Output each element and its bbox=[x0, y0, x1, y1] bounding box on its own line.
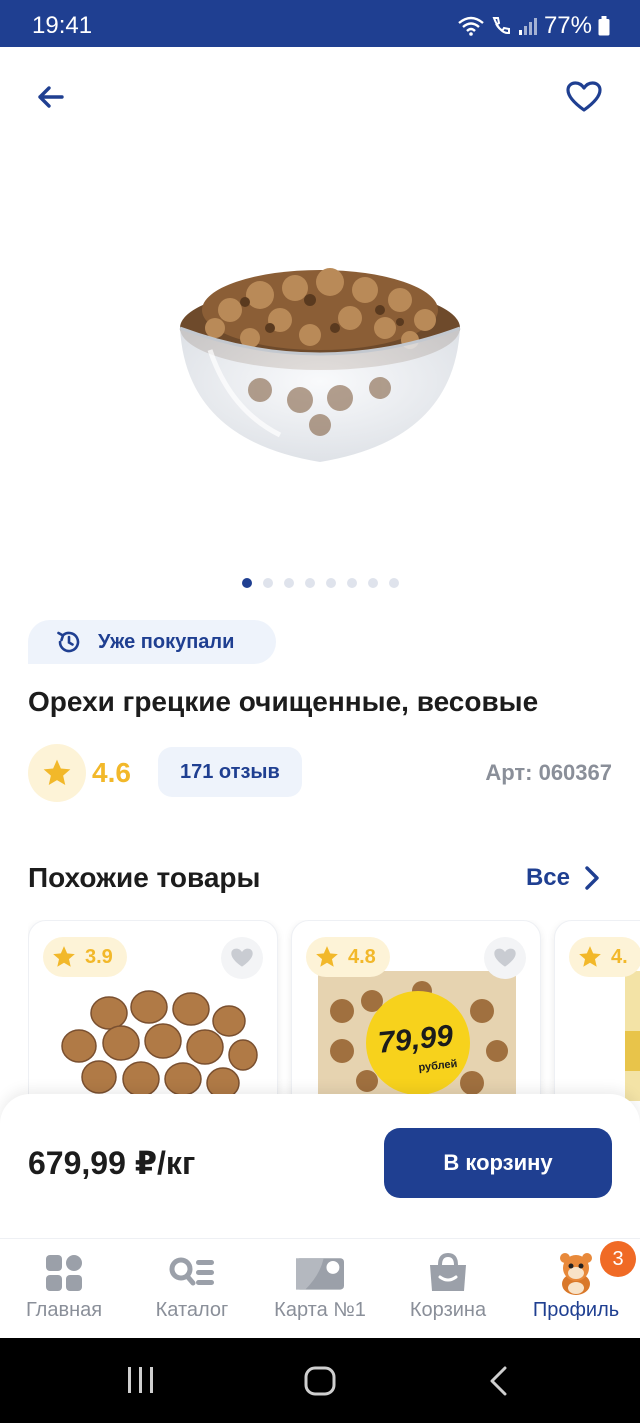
price: 679,99 ₽/кг bbox=[28, 1145, 196, 1181]
product-card-image bbox=[575, 971, 640, 1101]
nav-label: Главная bbox=[25, 1299, 103, 1321]
gallery-dot[interactable] bbox=[388, 578, 399, 588]
product-card[interactable]: 4. bbox=[554, 920, 640, 1120]
chevron-left-icon bbox=[490, 1366, 507, 1396]
product-card-rating: 4. bbox=[569, 937, 640, 977]
battery-percent: 77% bbox=[543, 12, 592, 39]
reviews-button[interactable]: 171 отзыв bbox=[158, 747, 302, 797]
product-image[interactable] bbox=[170, 240, 470, 480]
home-icon bbox=[304, 1366, 336, 1396]
heart-icon bbox=[494, 948, 516, 967]
recent-apps-button[interactable] bbox=[126, 1366, 156, 1399]
recent-apps-icon bbox=[128, 1367, 153, 1393]
nav-item-profile[interactable]: Профиль 3 bbox=[512, 1239, 640, 1339]
gallery-dot[interactable] bbox=[304, 578, 315, 588]
nav-item-cart[interactable]: Корзина bbox=[384, 1239, 512, 1339]
favorite-button[interactable] bbox=[564, 77, 604, 117]
heart-icon bbox=[231, 948, 253, 967]
purchase-panel: 679,99 ₽/кг В корзину bbox=[0, 1094, 640, 1238]
status-time: 19:41 bbox=[32, 12, 93, 39]
wifi-icon bbox=[458, 16, 484, 36]
gallery-dot[interactable] bbox=[241, 578, 252, 588]
nav-label: Корзина bbox=[409, 1299, 487, 1321]
nav-label: Карта №1 bbox=[274, 1299, 366, 1321]
status-icons: 77% bbox=[458, 12, 610, 40]
gallery-dot[interactable] bbox=[262, 578, 273, 588]
catalog-search-icon bbox=[168, 1251, 216, 1295]
nav-item-home[interactable]: Главная bbox=[0, 1239, 128, 1339]
product-card[interactable]: 79,99 рублей 4.8 bbox=[291, 920, 541, 1120]
system-back-button[interactable] bbox=[488, 1366, 510, 1401]
product-card[interactable]: 3.9 bbox=[28, 920, 278, 1120]
basket-icon bbox=[424, 1251, 472, 1295]
nav-item-catalog[interactable]: Каталог bbox=[128, 1239, 256, 1339]
nav-label: Профиль bbox=[532, 1299, 620, 1321]
similar-products-carousel[interactable]: 3.9 79,99 рублей 4.8 4. bbox=[28, 920, 640, 1120]
arrow-left-icon bbox=[38, 86, 64, 108]
loyalty-card-icon bbox=[296, 1251, 344, 1295]
system-navigation-bar bbox=[0, 1338, 640, 1423]
chevron-right-icon bbox=[585, 866, 599, 890]
product-card-favorite-button[interactable] bbox=[221, 937, 263, 979]
rating-value: 4.6 bbox=[92, 757, 131, 788]
back-button[interactable] bbox=[30, 77, 70, 117]
hamster-mascot-icon bbox=[552, 1251, 600, 1295]
gallery-dots bbox=[0, 578, 640, 594]
product-card-rating-value: 3.9 bbox=[85, 945, 113, 968]
similar-products-title: Похожие товары bbox=[28, 862, 261, 893]
rating-star bbox=[28, 744, 86, 802]
product-title: Орехи грецкие очищенные, весовые bbox=[28, 686, 539, 717]
bottom-navigation: Главная Каталог Карта №1 Корзина Профиль… bbox=[0, 1238, 640, 1338]
gallery-dot[interactable] bbox=[325, 578, 336, 588]
rating-row: 4.6 171 отзыв Арт: 060367 bbox=[28, 744, 612, 802]
top-bar bbox=[0, 47, 640, 147]
notification-badge: 3 bbox=[600, 1241, 636, 1277]
star-icon bbox=[43, 759, 71, 785]
star-icon bbox=[316, 946, 338, 967]
see-all-link[interactable]: Все bbox=[526, 864, 600, 892]
add-to-cart-button[interactable]: В корзину bbox=[384, 1128, 612, 1198]
product-card-favorite-button[interactable] bbox=[484, 937, 526, 979]
product-card-rating-value: 4. bbox=[611, 945, 628, 968]
status-bar: 19:41 77% bbox=[0, 0, 640, 47]
nav-label: Каталог bbox=[155, 1299, 229, 1321]
gallery-dot[interactable] bbox=[346, 578, 357, 588]
product-card-rating: 4.8 bbox=[306, 937, 390, 977]
gallery-dot[interactable] bbox=[367, 578, 378, 588]
nav-item-card[interactable]: Карта №1 bbox=[256, 1239, 384, 1339]
battery-icon bbox=[598, 16, 610, 36]
gallery-dot[interactable] bbox=[283, 578, 294, 588]
product-card-rating-value: 4.8 bbox=[348, 945, 376, 968]
product-card-image bbox=[49, 971, 259, 1099]
see-all-label: Все bbox=[525, 864, 570, 891]
grid-icon bbox=[40, 1251, 88, 1295]
article-number: Арт: 060367 bbox=[485, 760, 612, 785]
already-bought-badge: Уже покупали bbox=[28, 620, 276, 664]
already-bought-label: Уже покупали bbox=[98, 630, 235, 653]
home-button[interactable] bbox=[304, 1366, 336, 1401]
star-icon bbox=[579, 946, 601, 967]
signal-icon bbox=[518, 18, 537, 35]
wifi-call-icon bbox=[492, 17, 510, 35]
product-card-rating: 3.9 bbox=[43, 937, 127, 977]
heart-outline-icon bbox=[566, 81, 602, 112]
history-icon bbox=[57, 631, 80, 653]
star-icon bbox=[53, 946, 75, 967]
product-card-image: 79,99 рублей bbox=[312, 971, 522, 1101]
